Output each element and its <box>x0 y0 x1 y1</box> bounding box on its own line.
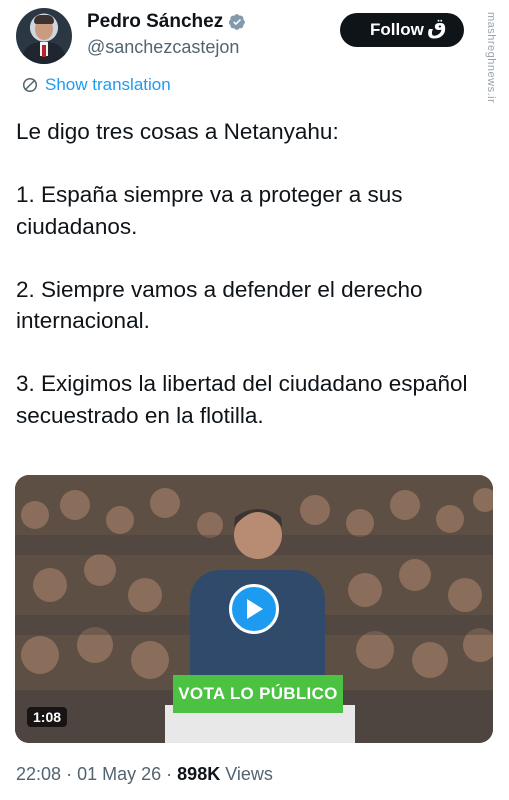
separator: · <box>166 764 173 784</box>
verified-badge-icon <box>229 14 246 30</box>
tweet-paragraph: Le digo tres cosas a Netanyahu: <box>16 119 339 144</box>
tweet-paragraph: 1. España siempre va a proteger a sus ci… <box>16 182 403 239</box>
tweet-meta: 22:08 · 01 May 26 · 898K Views <box>16 764 273 785</box>
video-duration: 1:08 <box>27 707 68 727</box>
translate-icon <box>22 77 38 93</box>
separator: · <box>66 764 73 784</box>
play-icon <box>247 599 263 619</box>
tweet-header: Pedro Sánchez @sanchezcastejon Follow ق … <box>0 0 509 103</box>
views-label: Views <box>225 764 273 784</box>
show-translation-label[interactable]: Show translation <box>45 75 171 95</box>
author-handle[interactable]: @sanchezcastejon <box>87 37 239 58</box>
author-name-row[interactable]: Pedro Sánchez <box>87 11 246 33</box>
watermark-logo: ق <box>427 14 447 39</box>
views-count: 898K <box>177 764 221 784</box>
author-name[interactable]: Pedro Sánchez <box>87 11 223 33</box>
play-button[interactable] <box>229 584 279 634</box>
watermark-text: mashreghnews.ir <box>485 12 497 104</box>
tweet-time[interactable]: 22:08 <box>16 764 61 784</box>
tweet-paragraph: 2. Siempre vamos a defender el derecho i… <box>16 276 423 334</box>
tweet-paragraph: 3. Exigimos la libertad del ciudadano es… <box>16 371 468 428</box>
podium-sign: VOTA LO PÚBLICO <box>173 675 343 713</box>
tweet-text: Le digo tres cosas a Netanyahu: 1. Españ… <box>16 116 486 431</box>
video-player[interactable]: VOTA LO PÚBLICO 1:08 <box>15 475 493 743</box>
show-translation-link[interactable]: Show translation <box>22 75 171 95</box>
tweet-date[interactable]: 01 May 26 <box>77 764 161 784</box>
avatar[interactable] <box>16 8 72 64</box>
